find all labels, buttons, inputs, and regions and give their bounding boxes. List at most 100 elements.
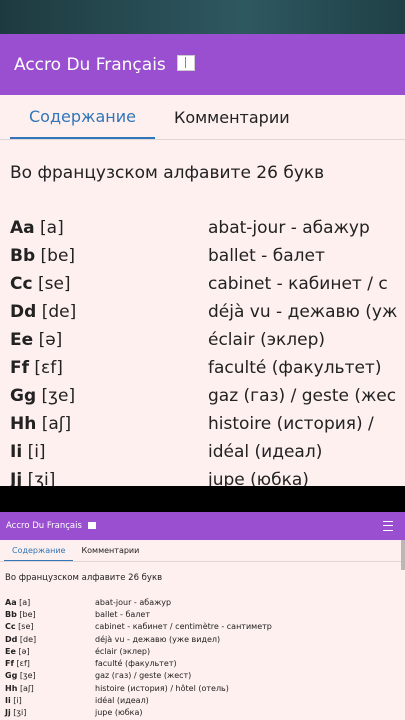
background-strip	[0, 0, 405, 34]
example-word: éclair (эклер)	[95, 646, 151, 656]
alphabet-row: Gg [ʒe] gaz (газ) / geste (жест)	[0, 670, 405, 682]
pronunciation: [ʒe]	[19, 671, 36, 681]
scrollbar[interactable]	[401, 540, 405, 570]
alphabet-row: Dd [de] déjà vu - дежавю (уже видел)	[0, 633, 405, 645]
alphabet-row: Cc [se] cabinet - кабинет / centimètre - …	[0, 621, 405, 633]
tab-bar: Содержание Комментарии	[0, 540, 405, 562]
alphabet-row: Ff [ɛf] faculté (факультет)	[0, 657, 405, 669]
example-word: gaz (газ) / geste (жест)	[95, 671, 192, 681]
letter: Cc	[5, 622, 16, 632]
example-word: jupe (юбка)	[95, 708, 143, 718]
example-word: cabinet - кабинет / centimètre - сантиме…	[95, 622, 272, 632]
pronunciation: [a]	[40, 218, 64, 238]
pronunciation: [ə]	[38, 330, 63, 350]
alphabet-row: Bb [be] ballet - балет	[0, 242, 405, 270]
example-word: faculté (факультет)	[208, 358, 382, 378]
alphabet-row: Jj [ʒi] jupe (юбка)	[0, 466, 405, 486]
letter: Ii	[10, 442, 23, 462]
example-word: gaz (газ) / geste (жес	[208, 386, 397, 406]
alphabet-row: Ff [ɛf] faculté (факультет)	[0, 354, 405, 382]
letter: Ff	[10, 358, 30, 378]
letter-cell: Ff [ɛf]	[0, 358, 208, 378]
alphabet-row: Jj [ʒi] jupe (юбка)	[0, 707, 405, 719]
letter: Jj	[5, 708, 11, 718]
tab-comments[interactable]: Комментарии	[73, 540, 147, 561]
tab-contents[interactable]: Содержание	[10, 95, 155, 139]
pronunciation: [ʒi]	[27, 470, 56, 486]
letter-cell: Hh [aʃ]	[0, 684, 95, 693]
example-word: éclair (эклер)	[208, 330, 326, 350]
pronunciation: [be]	[40, 246, 76, 266]
example-word: déjà vu - дежавю (уже видел)	[95, 634, 221, 644]
app-bar: Accro Du Français	[0, 34, 405, 95]
letter: Gg	[10, 386, 37, 406]
letter-cell: Ff [ɛf]	[0, 659, 95, 668]
example-word: jupe (юбка)	[208, 470, 309, 486]
example-word: histoire (история) / hôtel (отель)	[95, 683, 229, 693]
letter-cell: Bb [be]	[0, 246, 208, 266]
letter-cell: Ee [ə]	[0, 330, 208, 350]
tab-comments[interactable]: Комментарии	[155, 95, 309, 139]
pronunciation: [ə]	[18, 646, 30, 656]
app-title-text: Accro Du Français	[6, 521, 82, 531]
alphabet-row: Ee [ə] éclair (эклер)	[0, 326, 405, 354]
letter-cell: Aa [a]	[0, 218, 208, 238]
alphabet-row: Ii [i] idéal (идеал)	[0, 438, 405, 466]
letter-cell: Aa [a]	[0, 598, 95, 607]
alphabet-row: Gg [ʒe] gaz (газ) / geste (жес	[0, 382, 405, 410]
pronunciation: [se]	[18, 622, 34, 632]
letter-cell: Jj [ʒi]	[0, 708, 95, 717]
pronunciation: [be]	[19, 609, 36, 619]
divider	[0, 486, 405, 512]
pronunciation: [ʒi]	[13, 708, 27, 718]
letter: Ee	[10, 330, 34, 350]
letter-cell: Dd [de]	[0, 635, 95, 644]
letter: Hh	[5, 683, 18, 693]
letter: Ff	[5, 659, 14, 669]
pronunciation: [ɛf]	[16, 659, 30, 669]
pronunciation: [i]	[13, 696, 22, 706]
letter: Cc	[10, 274, 33, 294]
pronunciation: [aʃ]	[19, 683, 34, 693]
letter-cell: Gg [ʒe]	[0, 386, 208, 406]
app-title: Accro Du Français	[6, 521, 96, 531]
alphabet-list: Aa [a] abat-jour - абажур Bb [be] ballet - …	[0, 196, 405, 486]
intro-text: Во французском алфавите 26 букв	[5, 573, 163, 583]
pronunciation: [a]	[19, 597, 31, 607]
example-word: déjà vu - дежавю (уж	[208, 302, 398, 322]
app-bar: Accro Du Français	[0, 512, 405, 540]
alphabet-row: Hh [aʃ] histoire (история) /	[0, 410, 405, 438]
letter-cell: Dd [de]	[0, 302, 208, 322]
intro-text: Во французском алфавите 26 букв	[10, 163, 325, 183]
letter-cell: Bb [be]	[0, 610, 95, 619]
alphabet-row: Cc [se] cabinet - кабинет / c	[0, 270, 405, 298]
pronunciation: [ʒe]	[41, 386, 76, 406]
letter-cell: Jj [ʒi]	[0, 470, 208, 486]
example-word: idéal (идеал)	[95, 696, 149, 706]
alphabet-list: Aa [a] abat-jour - абажур Bb [be] ballet - …	[0, 589, 405, 719]
tab-contents[interactable]: Содержание	[4, 540, 74, 561]
book-icon	[177, 54, 196, 71]
letter: Gg	[5, 671, 18, 681]
hamburger-menu-icon[interactable]	[383, 521, 393, 531]
pronunciation: [se]	[37, 274, 71, 294]
alphabet-row: Aa [a] abat-jour - абажур	[0, 596, 405, 608]
letter-cell: Ii [i]	[0, 442, 208, 462]
book-icon	[87, 522, 96, 529]
full-view: Accro Du Français Содержание Комментарии…	[0, 512, 405, 720]
letter: Aa	[10, 218, 35, 238]
alphabet-row: Bb [be] ballet - балет	[0, 608, 405, 620]
letter-cell: Hh [aʃ]	[0, 414, 208, 434]
letter: Jj	[10, 470, 23, 486]
letter-cell: Cc [se]	[0, 622, 95, 631]
letter-cell: Gg [ʒe]	[0, 671, 95, 680]
pronunciation: [de]	[19, 634, 37, 644]
example-word: idéal (идеал)	[208, 442, 323, 462]
letter: Bb	[5, 609, 17, 619]
pronunciation: [de]	[41, 302, 77, 322]
letter-cell: Ii [i]	[0, 696, 95, 705]
app-title-text: Accro Du Français	[14, 54, 166, 75]
alphabet-row: Hh [aʃ] histoire (история) / hôtel (отель…	[0, 682, 405, 694]
letter-cell: Ee [ə]	[0, 647, 95, 656]
letter: Dd	[10, 302, 37, 322]
